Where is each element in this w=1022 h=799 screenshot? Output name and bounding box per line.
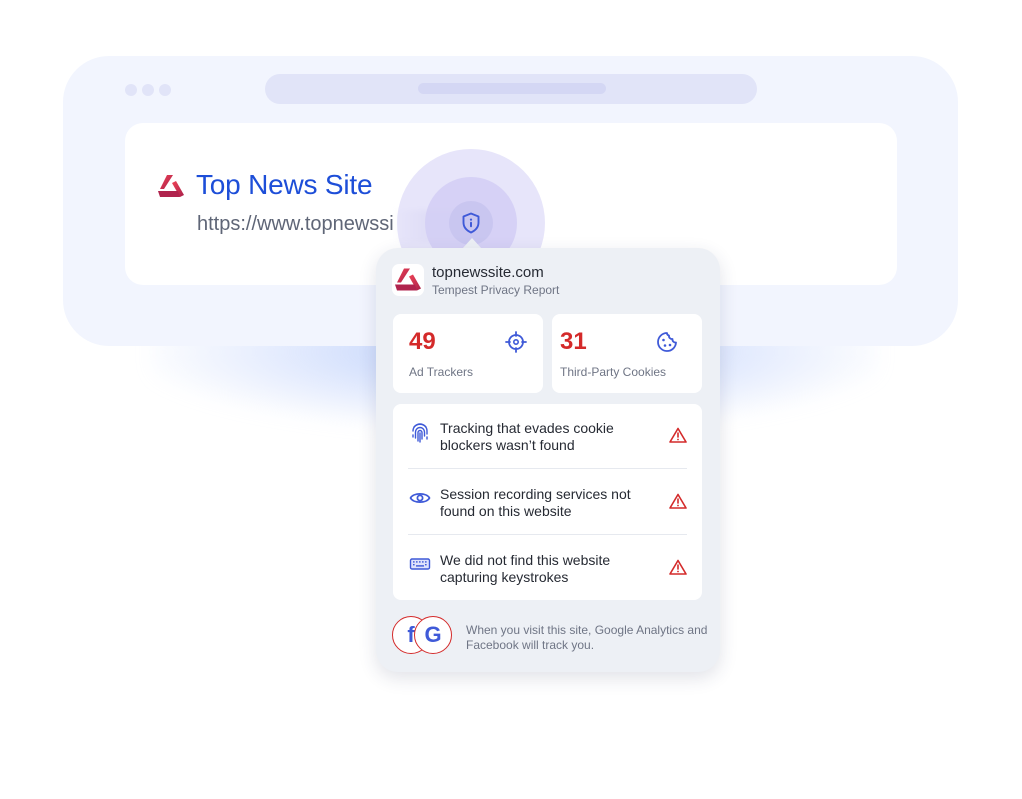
check-text: Session recording services not found on … xyxy=(440,486,631,519)
eye-icon xyxy=(409,492,431,504)
fingerprint-icon xyxy=(412,423,428,443)
check-text: We did not find this website capturing k… xyxy=(440,552,611,585)
tempest-logo-icon xyxy=(395,268,421,291)
stat-label: Third-Party Cookies xyxy=(560,365,667,379)
tracker-brands: f G xyxy=(392,616,456,658)
keyboard-icon xyxy=(409,558,431,570)
popup-logo xyxy=(392,264,424,296)
google-icon[interactable]: G xyxy=(414,616,452,654)
privacy-checks-list: Tracking that evades cookie blockers was… xyxy=(393,404,702,600)
google-glyph: G xyxy=(424,622,442,647)
stat-value: 49 xyxy=(409,328,436,355)
divider xyxy=(408,468,687,469)
site-logo-icon xyxy=(158,175,184,197)
stat-card-cookies[interactable]: 31 Third-Party Cookies xyxy=(552,314,702,393)
window-dot xyxy=(125,84,137,96)
warning-icon xyxy=(669,427,687,443)
stat-label: Ad Trackers xyxy=(409,365,474,379)
site-url: https://www.topnewssi xyxy=(197,213,394,235)
warning-icon xyxy=(669,493,687,509)
list-item[interactable]: We did not find this website capturing k… xyxy=(393,536,702,602)
window-dot xyxy=(142,84,154,96)
crosshair-icon xyxy=(505,331,527,353)
popup-subtitle: Tempest Privacy Report xyxy=(432,283,560,297)
footer-text: When you visit this site, Google Analyti… xyxy=(466,623,708,652)
check-text: Tracking that evades cookie blockers was… xyxy=(440,420,614,453)
divider xyxy=(408,534,687,535)
window-dot xyxy=(159,84,171,96)
shield-info-icon[interactable] xyxy=(459,211,483,235)
stat-card-ad-trackers[interactable]: 49 Ad Trackers xyxy=(393,314,543,393)
stat-value: 31 xyxy=(560,328,587,355)
popup-domain: topnewssite.com xyxy=(432,264,544,281)
list-item[interactable]: Tracking that evades cookie blockers was… xyxy=(393,404,702,470)
site-title: Top News Site xyxy=(196,169,373,200)
address-bar-placeholder xyxy=(418,83,606,94)
warning-icon xyxy=(669,559,687,575)
cookie-icon xyxy=(657,332,677,352)
list-item[interactable]: Session recording services not found on … xyxy=(393,470,702,536)
